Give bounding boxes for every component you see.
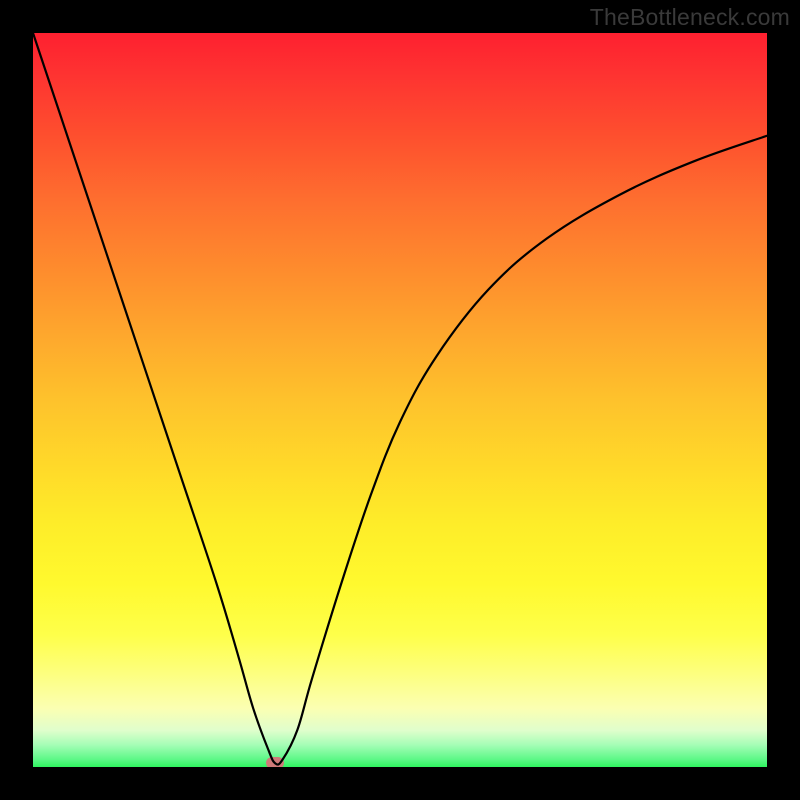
bottleneck-curve — [33, 33, 767, 767]
plot-area — [33, 33, 767, 767]
chart-frame: TheBottleneck.com — [0, 0, 800, 800]
watermark-text: TheBottleneck.com — [590, 4, 790, 31]
